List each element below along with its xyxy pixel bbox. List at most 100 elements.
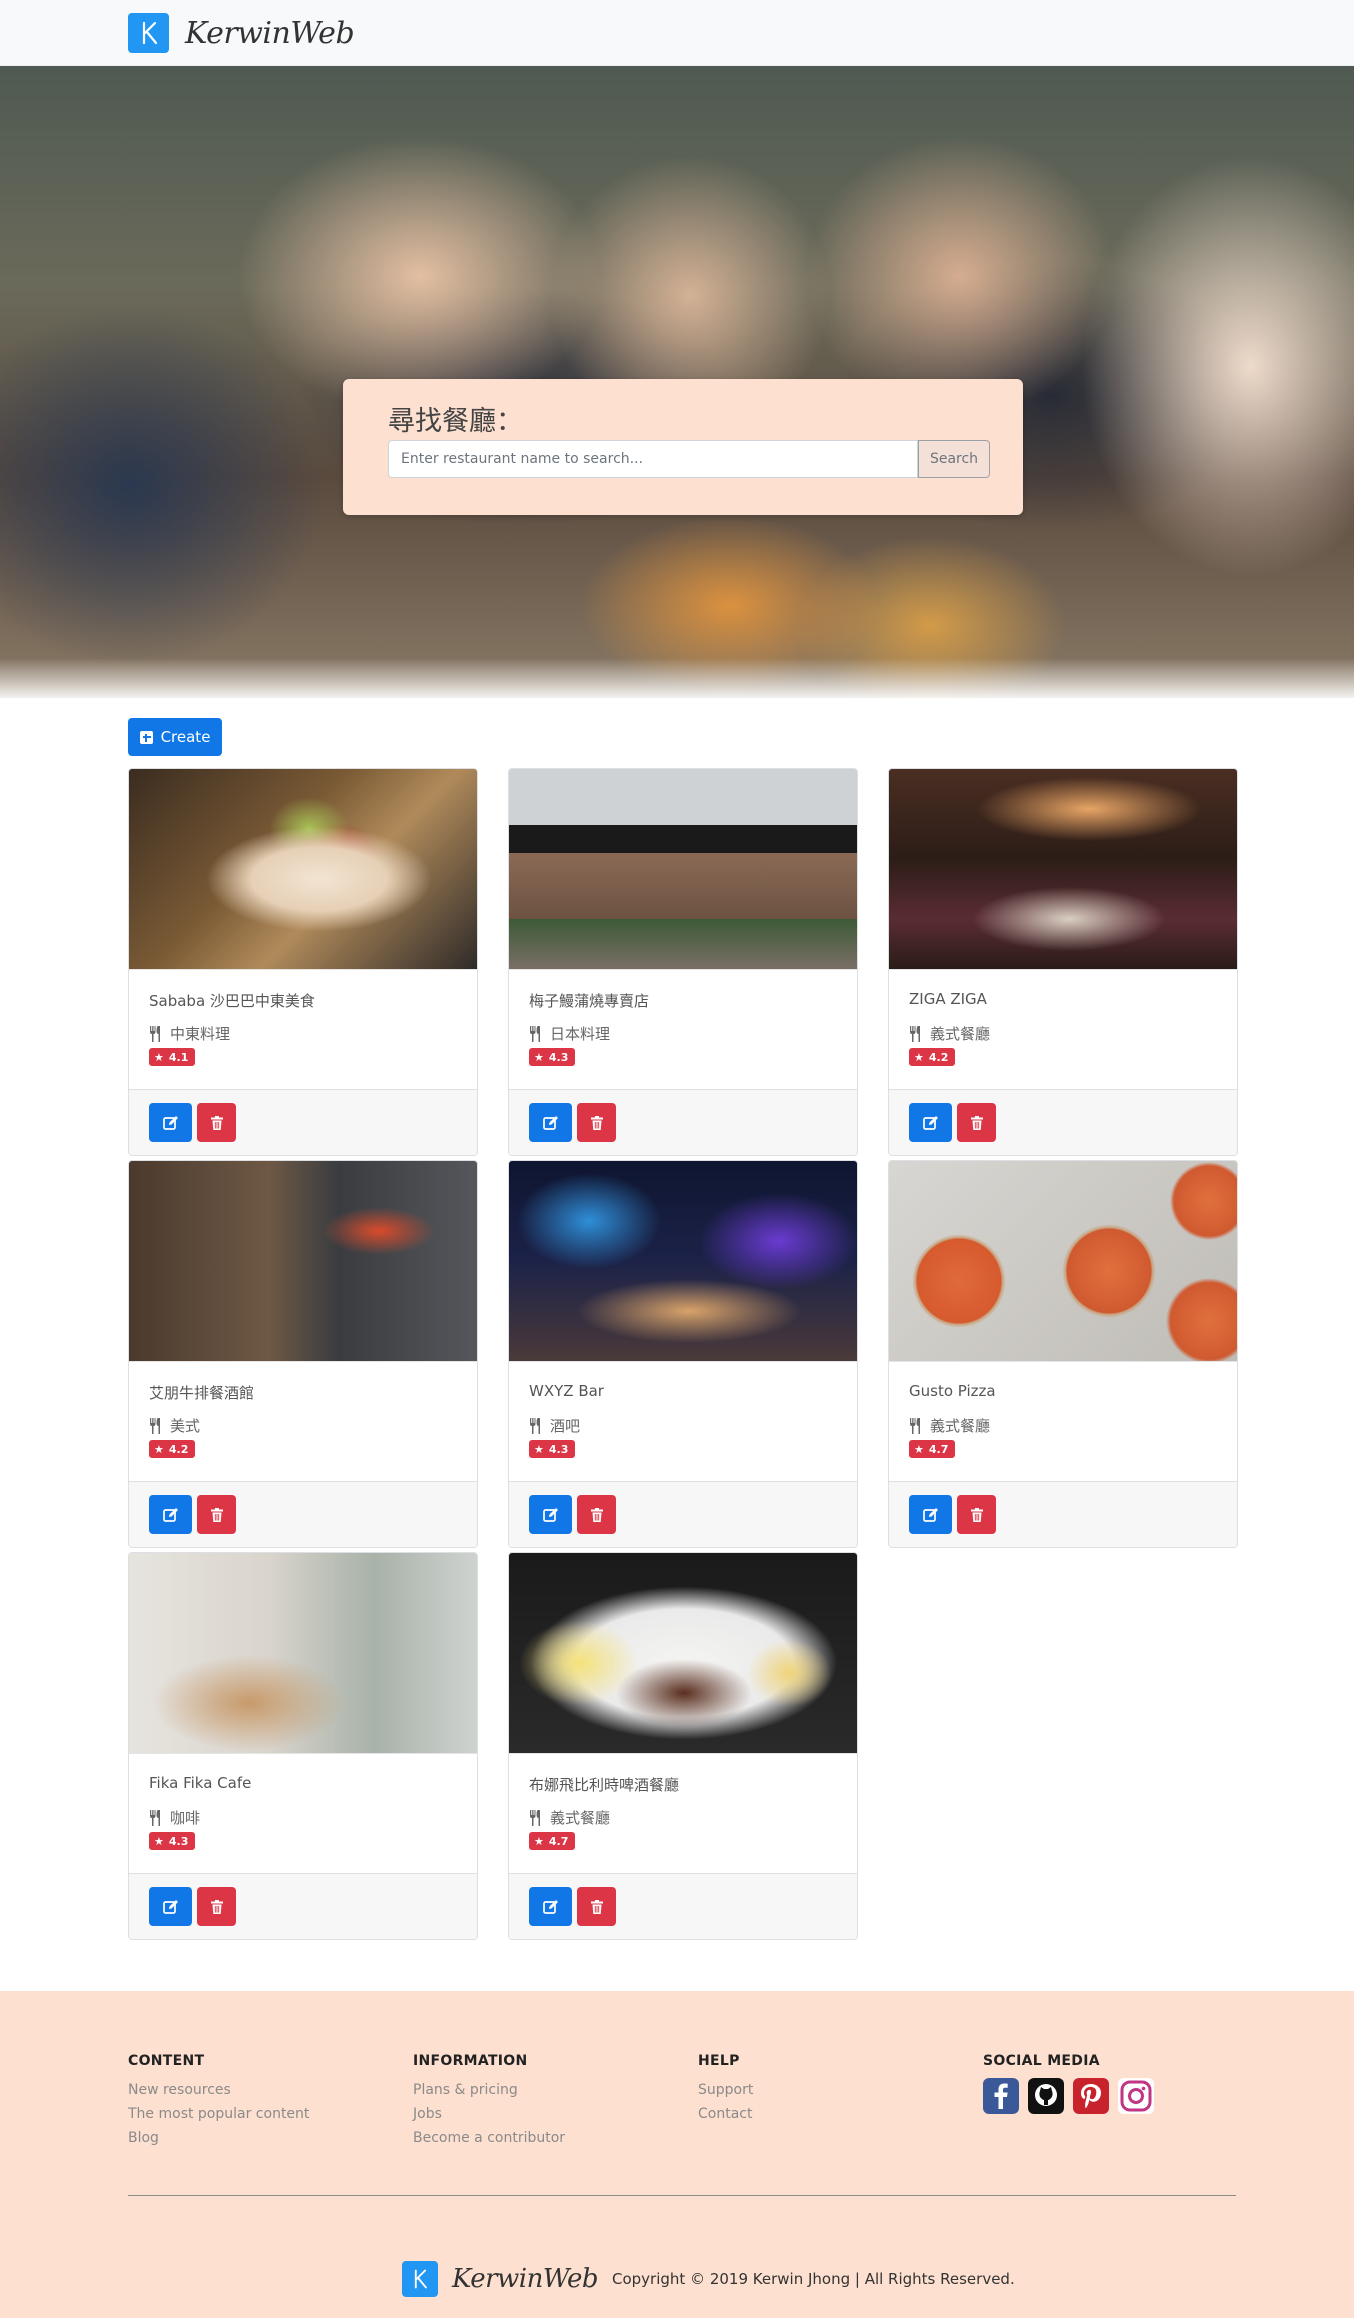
restaurant-name[interactable]: WXYZ Bar bbox=[529, 1382, 604, 1400]
rating-badge: ★ 4.7 bbox=[529, 1832, 576, 1850]
plus-square-icon bbox=[139, 730, 153, 744]
restaurant-card: 布娜飛比利時啤酒餐廳義式餐廳 ★ 4.7 bbox=[508, 1552, 858, 1940]
edit-button[interactable] bbox=[149, 1103, 192, 1142]
footer-link-plans-pricing[interactable]: Plans & pricing bbox=[413, 2078, 565, 2102]
restaurant-photo[interactable] bbox=[509, 1161, 857, 1361]
card-body: Gusto Pizza 義式餐廳 ★ 4.7 bbox=[889, 1361, 1237, 1481]
star-icon: ★ bbox=[154, 1834, 164, 1848]
utensils-icon bbox=[150, 1417, 160, 1434]
restaurant-name[interactable]: 布娜飛比利時啤酒餐廳 bbox=[529, 1774, 679, 1795]
restaurant-name[interactable]: 艾朋牛排餐酒館 bbox=[149, 1382, 254, 1403]
delete-button[interactable] bbox=[197, 1887, 236, 1926]
trash-icon bbox=[590, 1899, 603, 1914]
rating-value: 4.1 bbox=[168, 1050, 189, 1064]
rating-value: 4.3 bbox=[548, 1050, 569, 1064]
restaurant-card: Gusto Pizza 義式餐廳 ★ 4.7 bbox=[888, 1160, 1238, 1548]
footer-column-help: HELP Support Contact bbox=[698, 2053, 753, 2126]
restaurant-photo[interactable] bbox=[889, 769, 1237, 969]
restaurant-photo[interactable] bbox=[129, 1161, 477, 1361]
restaurant-photo[interactable] bbox=[129, 769, 477, 969]
edit-button[interactable] bbox=[149, 1887, 192, 1926]
delete-button[interactable] bbox=[577, 1103, 616, 1142]
k-logo-icon bbox=[402, 2261, 438, 2297]
trash-icon bbox=[590, 1115, 603, 1130]
restaurant-photo[interactable] bbox=[509, 1553, 857, 1753]
card-footer bbox=[889, 1089, 1237, 1155]
footer-column-content: CONTENT New resources The most popular c… bbox=[128, 2053, 309, 2150]
pinterest-icon[interactable] bbox=[1073, 2078, 1109, 2114]
create-label: Create bbox=[160, 728, 211, 746]
utensils-icon bbox=[150, 1025, 160, 1042]
delete-button[interactable] bbox=[957, 1495, 996, 1534]
delete-button[interactable] bbox=[577, 1495, 616, 1534]
footer-column-title: CONTENT bbox=[128, 2053, 205, 2069]
star-icon: ★ bbox=[154, 1050, 164, 1064]
utensils-icon bbox=[910, 1025, 920, 1042]
edit-button[interactable] bbox=[529, 1103, 572, 1142]
footer-link-contact[interactable]: Contact bbox=[698, 2102, 753, 2126]
k-logo-icon bbox=[128, 13, 169, 53]
card-body: Fika Fika Cafe 咖啡 ★ 4.3 bbox=[129, 1753, 477, 1873]
rating-badge: ★ 4.2 bbox=[909, 1048, 956, 1066]
category-label: 美式 bbox=[170, 1417, 201, 1435]
utensils-icon bbox=[910, 1417, 920, 1434]
footer-column-title: INFORMATION bbox=[413, 2053, 528, 2069]
search-button[interactable]: Search bbox=[918, 440, 990, 478]
footer-link-contributor[interactable]: Become a contributor bbox=[413, 2126, 565, 2150]
restaurant-photo[interactable] bbox=[509, 769, 857, 969]
footer-column-information: INFORMATION Plans & pricing Jobs Become … bbox=[413, 2053, 565, 2150]
card-footer bbox=[129, 1873, 477, 1939]
footer-column-title: HELP bbox=[698, 2053, 740, 2069]
footer-link-jobs[interactable]: Jobs bbox=[413, 2102, 565, 2126]
edit-icon bbox=[922, 1507, 938, 1522]
footer-brand: KerwinWeb Copyright © 2019 Kerwin Jhong … bbox=[402, 2261, 1015, 2297]
edit-button[interactable] bbox=[149, 1495, 192, 1534]
restaurant-name[interactable]: Sababa 沙巴巴中東美食 bbox=[149, 990, 315, 1011]
trash-icon bbox=[590, 1507, 603, 1522]
edit-button[interactable] bbox=[909, 1103, 952, 1142]
footer-link-blog[interactable]: Blog bbox=[128, 2126, 309, 2150]
delete-button[interactable] bbox=[197, 1103, 236, 1142]
utensils-icon bbox=[530, 1025, 540, 1042]
footer-column-title: SOCIAL MEDIA bbox=[983, 2053, 1100, 2069]
footer-link-popular-content[interactable]: The most popular content bbox=[128, 2102, 309, 2126]
restaurant-card: 艾朋牛排餐酒館 美式 ★ 4.2 bbox=[128, 1160, 478, 1548]
utensils-icon bbox=[150, 1809, 160, 1826]
card-body: 梅子鰻蒲燒專賣店 日本料理 ★ 4.3 bbox=[509, 969, 857, 1089]
footer-link-new-resources[interactable]: New resources bbox=[128, 2078, 309, 2102]
search-input[interactable] bbox=[388, 440, 918, 478]
restaurant-photo[interactable] bbox=[129, 1553, 477, 1753]
create-button[interactable]: Create bbox=[128, 718, 222, 756]
delete-button[interactable] bbox=[577, 1887, 616, 1926]
delete-button[interactable] bbox=[957, 1103, 996, 1142]
rating-badge: ★ 4.3 bbox=[529, 1048, 576, 1066]
card-footer bbox=[129, 1481, 477, 1547]
restaurant-name[interactable]: ZIGA ZIGA bbox=[909, 990, 987, 1008]
rating-badge: ★ 4.3 bbox=[529, 1440, 576, 1458]
delete-button[interactable] bbox=[197, 1495, 236, 1534]
edit-button[interactable] bbox=[529, 1495, 572, 1534]
footer-divider bbox=[128, 2195, 1236, 2196]
hero-banner: 尋找餐廳： Search bbox=[0, 66, 1354, 698]
edit-button[interactable] bbox=[529, 1887, 572, 1926]
navbar-brand[interactable]: KerwinWeb bbox=[128, 13, 355, 53]
page-footer: CONTENT New resources The most popular c… bbox=[0, 1991, 1354, 2318]
restaurant-name[interactable]: Fika Fika Cafe bbox=[149, 1774, 251, 1792]
instagram-icon[interactable] bbox=[1118, 2078, 1154, 2114]
restaurant-name[interactable]: Gusto Pizza bbox=[909, 1382, 996, 1400]
card-footer bbox=[509, 1481, 857, 1547]
edit-button[interactable] bbox=[909, 1495, 952, 1534]
restaurant-category: 義式餐廳 bbox=[529, 1807, 610, 1828]
github-icon[interactable] bbox=[1028, 2078, 1064, 2114]
category-label: 義式餐廳 bbox=[930, 1417, 991, 1435]
facebook-icon[interactable] bbox=[983, 2078, 1019, 2114]
restaurant-name[interactable]: 梅子鰻蒲燒專賣店 bbox=[529, 990, 649, 1011]
restaurant-photo[interactable] bbox=[889, 1161, 1237, 1361]
star-icon: ★ bbox=[914, 1050, 924, 1064]
rating-value: 4.3 bbox=[168, 1834, 189, 1848]
restaurant-category: 酒吧 bbox=[529, 1415, 580, 1436]
footer-link-support[interactable]: Support bbox=[698, 2078, 753, 2102]
rating-value: 4.2 bbox=[168, 1442, 189, 1456]
category-label: 義式餐廳 bbox=[550, 1809, 611, 1827]
edit-icon bbox=[542, 1507, 558, 1522]
